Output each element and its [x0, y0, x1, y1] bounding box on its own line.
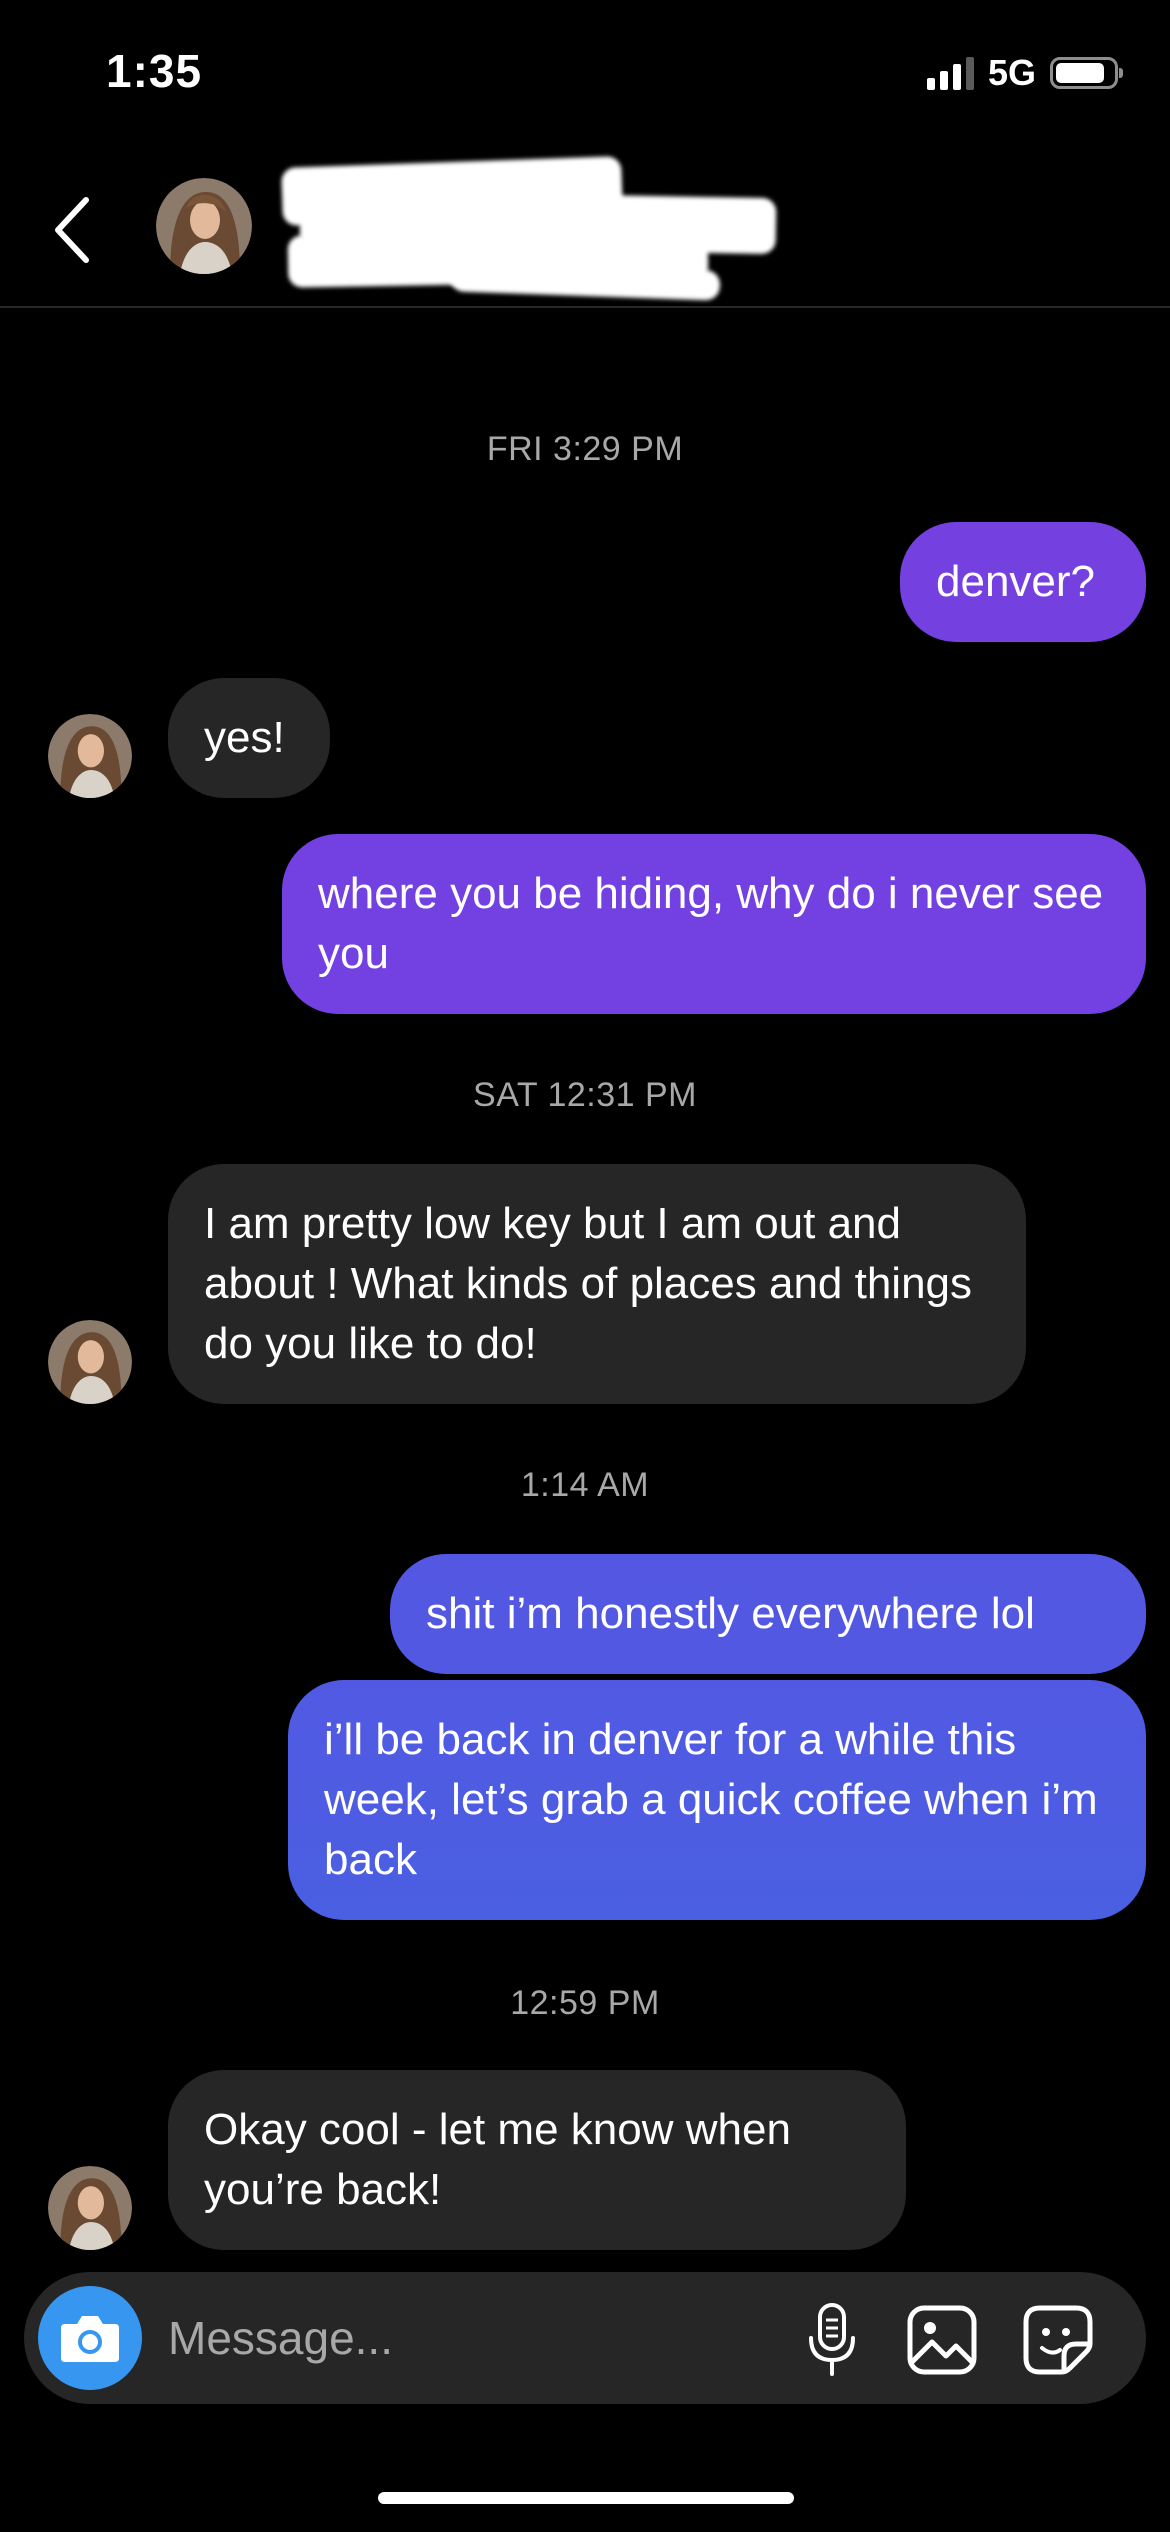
battery-icon — [1050, 57, 1123, 89]
status-time: 1:35 — [106, 45, 203, 97]
thread-timestamp: SAT 12:31 PM — [473, 1076, 697, 1114]
sticker-icon — [1023, 2305, 1093, 2375]
incoming-message[interactable]: I am pretty low key but I am out and abo… — [168, 1164, 1026, 1404]
camera-button[interactable] — [38, 2286, 142, 2390]
network-type: 5G — [987, 52, 1036, 93]
incoming-message[interactable]: Okay cool - let me know when you’re back… — [168, 2070, 906, 2250]
sender-avatar[interactable] — [48, 714, 132, 798]
battery-level — [1056, 63, 1104, 83]
microphone-icon — [809, 2303, 855, 2376]
gallery-button[interactable] — [904, 2302, 980, 2378]
thread-timestamp: 1:14 AM — [520, 1466, 650, 1504]
thread-timestamp: 12:59 PM — [510, 1984, 660, 2022]
outgoing-message[interactable]: denver? — [900, 522, 1146, 642]
chat-header — [0, 150, 1170, 308]
status-indicators: 5G — [926, 52, 1123, 94]
sender-avatar[interactable] — [48, 2166, 132, 2250]
sender-avatar[interactable] — [48, 1320, 132, 1404]
cellular-signal-icon — [926, 56, 974, 90]
message-composer — [24, 2272, 1146, 2404]
message-input[interactable] — [168, 2300, 768, 2376]
outgoing-message[interactable]: where you be hiding, why do i never see … — [282, 834, 1146, 1014]
home-indicator[interactable] — [378, 2492, 794, 2504]
outgoing-message[interactable]: shit i’m honestly everywhere lol — [390, 1554, 1146, 1674]
outgoing-message[interactable]: i’ll be back in denver for a while this … — [288, 1680, 1146, 1920]
incoming-message[interactable]: yes! — [168, 678, 330, 798]
contact-avatar[interactable] — [156, 178, 252, 274]
gallery-icon — [907, 2305, 977, 2375]
chevron-left-icon — [55, 197, 89, 263]
voice-message-button[interactable] — [794, 2302, 870, 2378]
camera-icon — [61, 2316, 119, 2362]
thread-timestamp: FRI 3:29 PM — [486, 430, 684, 468]
sticker-button[interactable] — [1020, 2302, 1096, 2378]
back-button[interactable] — [44, 190, 100, 270]
